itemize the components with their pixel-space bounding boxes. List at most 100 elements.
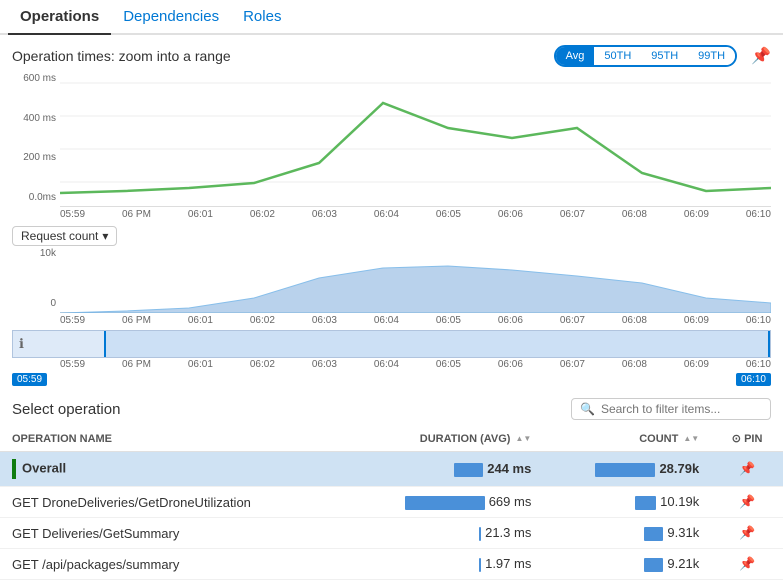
count-y-axis: 10k 0 bbox=[12, 248, 60, 313]
count-sort-icon[interactable]: ▲▼ bbox=[683, 434, 699, 443]
count-time-axis: 05:59 06 PM 06:01 06:02 06:03 06:04 06:0… bbox=[60, 313, 771, 328]
cell-duration: 244 ms bbox=[345, 452, 543, 487]
brush-start-label: 05:59 bbox=[12, 373, 47, 386]
time-label-1: 06 PM bbox=[122, 209, 151, 220]
tab-dependencies[interactable]: Dependencies bbox=[111, 0, 231, 33]
count-y-10k: 10k bbox=[12, 248, 60, 259]
ct-label-2: 06:01 bbox=[188, 315, 213, 326]
cell-count: 9.21k bbox=[543, 549, 711, 580]
cell-pin[interactable]: 📌 bbox=[711, 518, 783, 549]
ct-label-7: 06:06 bbox=[498, 315, 523, 326]
operation-name-text: Overall bbox=[22, 460, 66, 475]
brush-bar[interactable]: ℹ bbox=[12, 330, 771, 358]
time-label-5: 06:04 bbox=[374, 209, 399, 220]
metric-50th[interactable]: 50TH bbox=[594, 47, 641, 65]
count-value: 10.19k bbox=[660, 494, 699, 509]
chart-header: Operation times: zoom into a range Avg 5… bbox=[0, 35, 783, 73]
bt-label-9: 06:08 bbox=[622, 359, 647, 370]
cell-duration: 21.3 ms bbox=[345, 518, 543, 549]
ct-label-1: 06 PM bbox=[122, 315, 151, 326]
chevron-down-icon: ▾ bbox=[102, 229, 108, 243]
bt-label-1: 06 PM bbox=[122, 359, 151, 370]
operation-name-text: GET DroneDeliveries/GetDroneUtilization bbox=[12, 495, 251, 510]
cell-pin[interactable]: 📌 bbox=[711, 487, 783, 518]
metric-99th[interactable]: 99TH bbox=[688, 47, 735, 65]
time-label-2: 06:01 bbox=[188, 209, 213, 220]
bt-label-5: 06:04 bbox=[374, 359, 399, 370]
bt-label-6: 06:05 bbox=[436, 359, 461, 370]
time-label-8: 06:07 bbox=[560, 209, 585, 220]
count-bar bbox=[595, 463, 655, 477]
duration-bar bbox=[454, 463, 483, 477]
pin-chart-icon[interactable]: 📌 bbox=[751, 46, 771, 66]
select-operation-header: Select operation 🔍 bbox=[0, 386, 783, 426]
brush-labels: 05:59 06:10 bbox=[12, 373, 771, 386]
duration-bar bbox=[405, 496, 485, 510]
bt-label-2: 06:01 bbox=[188, 359, 213, 370]
count-chart-svg bbox=[60, 248, 771, 313]
y-axis-labels: 600 ms 400 ms 200 ms 0.0ms bbox=[12, 73, 60, 207]
ct-label-11: 06:10 bbox=[746, 315, 771, 326]
duration-value: 21.3 ms bbox=[485, 525, 531, 540]
col-pin: ⊙ PIN bbox=[711, 426, 783, 452]
bt-label-4: 06:03 bbox=[312, 359, 337, 370]
operation-name-text: GET /api/packages/summary bbox=[12, 557, 179, 572]
main-chart-wrapper: 600 ms 400 ms 200 ms 0.0ms bbox=[12, 73, 771, 207]
search-input[interactable] bbox=[601, 402, 762, 416]
duration-value: 244 ms bbox=[487, 461, 531, 476]
main-time-axis: 05:59 06 PM 06:01 06:02 06:03 06:04 06:0… bbox=[60, 207, 771, 222]
duration-sort-icon[interactable]: ▲▼ bbox=[516, 434, 532, 443]
count-y-0: 0 bbox=[12, 298, 60, 309]
ct-label-5: 06:04 bbox=[374, 315, 399, 326]
bt-label-0: 05:59 bbox=[60, 359, 85, 370]
cell-operation-name: Overall bbox=[0, 452, 345, 487]
cell-duration: 1.97 ms bbox=[345, 549, 543, 580]
col-count: COUNT ▲▼ bbox=[543, 426, 711, 452]
ct-label-8: 06:07 bbox=[560, 315, 585, 326]
metric-buttons: Avg 50TH 95TH 99TH bbox=[554, 45, 737, 67]
request-count-label: Request count bbox=[21, 229, 98, 243]
cell-count: 10.19k bbox=[543, 487, 711, 518]
time-label-3: 06:02 bbox=[250, 209, 275, 220]
cell-pin[interactable]: 📌 bbox=[711, 452, 783, 487]
request-count-dropdown[interactable]: Request count ▾ bbox=[12, 226, 117, 246]
table-row[interactable]: Overall 244 ms 28.79k 📌 bbox=[0, 452, 783, 487]
count-bar bbox=[644, 527, 663, 541]
pin-icon[interactable]: 📌 bbox=[739, 525, 755, 540]
pin-icon[interactable]: 📌 bbox=[739, 494, 755, 509]
time-label-10: 06:09 bbox=[684, 209, 709, 220]
brush-time-axis: 05:59 06 PM 06:01 06:02 06:03 06:04 06:0… bbox=[60, 358, 771, 371]
search-box[interactable]: 🔍 bbox=[571, 398, 771, 420]
operation-name-text: GET Deliveries/GetSummary bbox=[12, 526, 179, 541]
cell-count: 28.79k bbox=[543, 452, 711, 487]
brush-selection[interactable] bbox=[104, 331, 770, 357]
ct-label-0: 05:59 bbox=[60, 315, 85, 326]
table-row[interactable]: GET /api/packages/summary 1.97 ms 9.21k 📌 bbox=[0, 549, 783, 580]
pin-icon[interactable]: 📌 bbox=[739, 556, 755, 571]
tab-roles[interactable]: Roles bbox=[231, 0, 293, 33]
main-chart-svg bbox=[60, 73, 771, 203]
time-label-11: 06:10 bbox=[746, 209, 771, 220]
metric-95th[interactable]: 95TH bbox=[641, 47, 688, 65]
duration-bar bbox=[479, 558, 481, 572]
count-chart-wrapper: 10k 0 bbox=[12, 248, 771, 313]
table-row[interactable]: GET Deliveries/GetSummary21.3 ms9.31k📌 bbox=[0, 518, 783, 549]
tab-bar: Operations Dependencies Roles bbox=[0, 0, 783, 35]
count-value: 9.21k bbox=[667, 556, 699, 571]
time-label-4: 06:03 bbox=[312, 209, 337, 220]
operations-table: OPERATION NAME DURATION (AVG) ▲▼ COUNT ▲… bbox=[0, 426, 783, 580]
ct-label-10: 06:09 bbox=[684, 315, 709, 326]
metric-avg[interactable]: Avg bbox=[556, 47, 595, 65]
bt-label-11: 06:10 bbox=[746, 359, 771, 370]
cell-duration: 669 ms bbox=[345, 487, 543, 518]
pin-icon[interactable]: 📌 bbox=[739, 461, 755, 476]
cell-pin[interactable]: 📌 bbox=[711, 549, 783, 580]
tab-operations[interactable]: Operations bbox=[8, 0, 111, 35]
table-row[interactable]: GET DroneDeliveries/GetDroneUtilization 6… bbox=[0, 487, 783, 518]
ct-label-3: 06:02 bbox=[250, 315, 275, 326]
bt-label-3: 06:02 bbox=[250, 359, 275, 370]
col-operation-name: OPERATION NAME bbox=[0, 426, 345, 452]
time-label-0: 05:59 bbox=[60, 209, 85, 220]
brush-end-label: 06:10 bbox=[736, 373, 771, 386]
cell-operation-name: GET /api/packages/summary bbox=[0, 549, 345, 580]
